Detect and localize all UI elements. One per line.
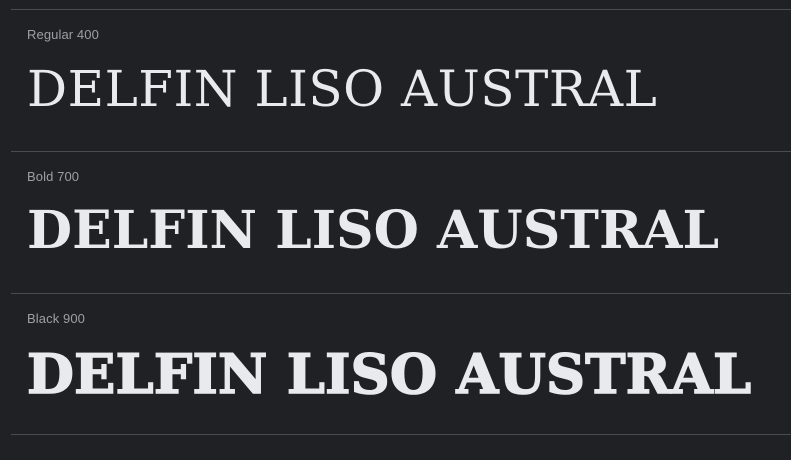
style-label-regular: Regular 400 xyxy=(27,27,99,42)
sample-text-black: DELFIN LISO AUSTRAL xyxy=(26,342,752,406)
divider xyxy=(11,293,791,294)
style-label-bold: Bold 700 xyxy=(27,169,80,184)
divider xyxy=(11,9,791,10)
divider xyxy=(11,434,791,435)
style-label-black: Black 900 xyxy=(27,311,85,326)
sample-text-regular: DELFIN LISO AUSTRAL xyxy=(27,60,658,118)
divider xyxy=(11,151,791,152)
sample-text-bold: DELFIN LISO AUSTRAL xyxy=(27,200,720,261)
